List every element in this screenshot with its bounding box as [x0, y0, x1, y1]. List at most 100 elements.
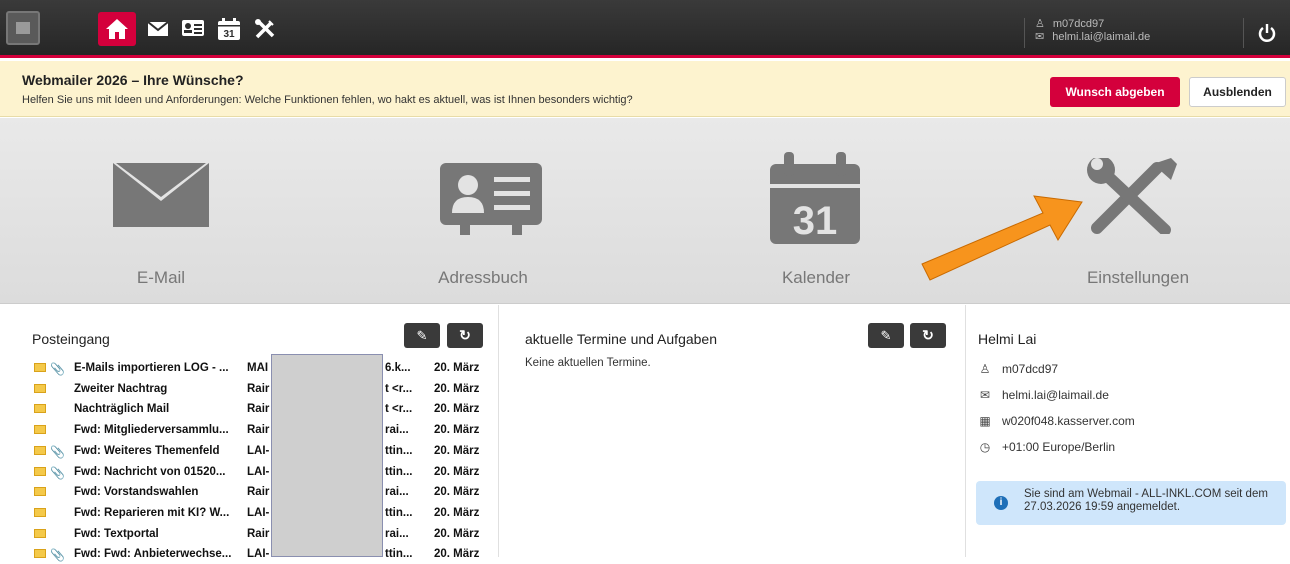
mail-date: 20. März	[434, 444, 480, 457]
paperclip-icon: 📎	[50, 362, 65, 376]
nav-home-button[interactable]	[98, 12, 136, 46]
refresh-inbox-button[interactable]: ↻	[447, 323, 483, 348]
paperclip-icon: 📎	[50, 548, 65, 563]
refresh-icon: ↻	[459, 327, 471, 343]
account-login-row: ♙ m07dcd97	[978, 362, 1058, 376]
mail-row[interactable]: Zweiter Nachtrag Rair t <r... 20. März	[32, 379, 492, 399]
mail-subject: Zweiter Nachtrag	[74, 382, 168, 395]
mail-subject: Fwd: Mitgliederversammlu...	[74, 424, 229, 437]
account-login: m07dcd97	[1002, 362, 1059, 376]
mail-subject: Nachträglich Mail	[74, 403, 170, 416]
mail-row[interactable]: Fwd: Mitgliederversammlu... Rair rai... 20.…	[32, 420, 492, 440]
inbox-title: Posteingang	[32, 331, 110, 347]
mail-row[interactable]: Fwd: Reparieren mit KI? W... LAI-ttin... 2…	[32, 503, 492, 523]
nav-settings-button[interactable]	[248, 12, 282, 46]
user-icon: ♙	[979, 362, 991, 376]
edit-appointments-button[interactable]: ✎	[868, 323, 904, 348]
banner-title: Webmailer 2026 – Ihre Wünsche?	[22, 72, 244, 88]
envelope-icon	[34, 425, 46, 435]
account-timezone-row: ◷ +01:00 Europe/Berlin	[978, 440, 1115, 454]
logout-button[interactable]	[1243, 18, 1290, 48]
mail-row[interactable]: Fwd: Textportal Rair rai... 20. März	[32, 524, 492, 544]
envelope-icon	[34, 404, 46, 414]
mail-subject: Fwd: Fwd: Anbieterwechse...	[74, 548, 232, 561]
server-icon: ▦	[979, 414, 991, 428]
paperclip-icon: 📎	[50, 465, 65, 480]
mail-from-detail: ttin...	[385, 444, 413, 457]
submit-wish-button[interactable]: Wunsch abgeben	[1050, 77, 1180, 107]
nav-calendar-button[interactable]: 31	[212, 12, 246, 46]
mail-from-detail: t <r...	[385, 382, 413, 395]
user-icon: ♙	[1035, 18, 1045, 30]
mail-from-detail: t <r...	[385, 403, 413, 416]
appointments-title: aktuelle Termine und Aufgaben	[525, 331, 717, 347]
mail-date: 20. März	[434, 362, 480, 374]
mail-subject: Fwd: Textportal	[74, 527, 159, 540]
tools-icon	[255, 19, 275, 39]
user-email: helmi.lai@laimail.de	[1052, 31, 1151, 43]
app-logo[interactable]	[6, 11, 40, 45]
mail-from-detail: rai...	[385, 424, 409, 437]
mail-subject: Fwd: Weiteres Themenfeld	[74, 444, 220, 457]
mail-date: 20. März	[434, 403, 480, 416]
mail-date: 20. März	[434, 465, 480, 478]
envelope-icon	[34, 363, 46, 372]
top-navigation-bar: 31 ♙ m07dcd97 ✉ helmi.lai@laimail.de	[0, 0, 1290, 58]
mail-row[interactable]: 📎 Fwd: Weiteres Themenfeld LAI-ttin... 20. …	[32, 441, 492, 461]
user-login: m07dcd97	[1052, 18, 1105, 30]
mail-icon	[148, 22, 168, 36]
refresh-appointments-button[interactable]: ↻	[910, 323, 946, 348]
envelope-icon	[34, 487, 46, 497]
envelope-icon	[34, 528, 46, 538]
mail-row[interactable]: 📎 Fwd: Nachricht von 01520... LAI-ttin... 2…	[32, 462, 492, 482]
nav-mail-button[interactable]	[142, 12, 174, 46]
account-name: Helmi Lai	[978, 331, 1037, 347]
envelope-icon	[34, 466, 46, 476]
mail-date: 20. März	[434, 527, 480, 540]
mail-row[interactable]: Fwd: Vorstandswahlen Rair rai... 20. März	[32, 482, 492, 502]
app-tiles: E-Mail Adressbuch 31 Kalender Einstellun…	[0, 118, 1290, 304]
mail-date: 20. März	[434, 506, 480, 519]
banner-text: Helfen Sie uns mit Ideen und Anforderung…	[22, 94, 633, 106]
appointments-panel: aktuelle Termine und Aufgaben ✎ ↻ Keine …	[498, 305, 965, 557]
addressbook-icon	[182, 20, 204, 36]
login-notice-text: Sie sind am Webmail - ALL-INKL.COM seit …	[1024, 488, 1268, 513]
mail-row[interactable]: Nachträglich Mail Rair t <r... 20. März	[32, 399, 492, 419]
mail-from-detail: rai...	[385, 486, 409, 499]
mail-subject: E-Mails importieren LOG - ...	[74, 362, 229, 374]
envelope-icon: ✉	[1035, 31, 1045, 43]
account-email: helmi.lai@laimail.de	[1002, 388, 1109, 402]
mail-subject: Fwd: Vorstandswahlen	[74, 486, 199, 499]
mail-from-detail: rai...	[385, 527, 409, 540]
mail-from-detail: ttin...	[385, 506, 413, 519]
redaction-box	[271, 354, 383, 557]
refresh-icon: ↻	[922, 327, 934, 343]
mail-date: 20. März	[434, 424, 480, 437]
pencil-icon: ✎	[416, 327, 428, 343]
svg-text:31: 31	[223, 29, 235, 40]
home-icon	[106, 19, 128, 39]
calendar-icon: 31	[218, 18, 240, 40]
account-email-row: ✉ helmi.lai@laimail.de	[978, 388, 1109, 402]
envelope-icon: ✉	[979, 388, 991, 402]
account-server: w020f048.kasserver.com	[1002, 414, 1135, 428]
mail-from-detail: 6.k...	[385, 362, 411, 374]
account-server-row: ▦ w020f048.kasserver.com	[978, 414, 1135, 428]
clock-icon: ◷	[979, 440, 991, 454]
user-info[interactable]: ♙ m07dcd97 ✉ helmi.lai@laimail.de	[1024, 18, 1150, 48]
envelope-icon	[34, 445, 46, 455]
power-icon	[1258, 24, 1276, 42]
feedback-banner: Webmailer 2026 – Ihre Wünsche? Helfen Si…	[0, 61, 1290, 117]
envelope-icon	[34, 383, 46, 393]
nav-addressbook-button[interactable]	[176, 12, 210, 46]
panel-divider	[965, 305, 966, 557]
mail-from-detail: ttin...	[385, 465, 413, 478]
edit-inbox-button[interactable]: ✎	[404, 323, 440, 348]
hide-banner-button[interactable]: Ausblenden	[1189, 77, 1286, 107]
mail-row[interactable]: 📎 Fwd: Fwd: Anbieterwechse... LAI-ttin... 2…	[32, 544, 492, 564]
mail-date: 20. März	[434, 548, 480, 561]
mail-subject: Fwd: Reparieren mit KI? W...	[74, 506, 230, 519]
mail-row[interactable]: 📎 E-Mails importieren LOG - ... MAI 6.k... 2…	[32, 358, 492, 378]
paperclip-icon: 📎	[50, 444, 65, 459]
envelope-icon	[34, 507, 46, 517]
